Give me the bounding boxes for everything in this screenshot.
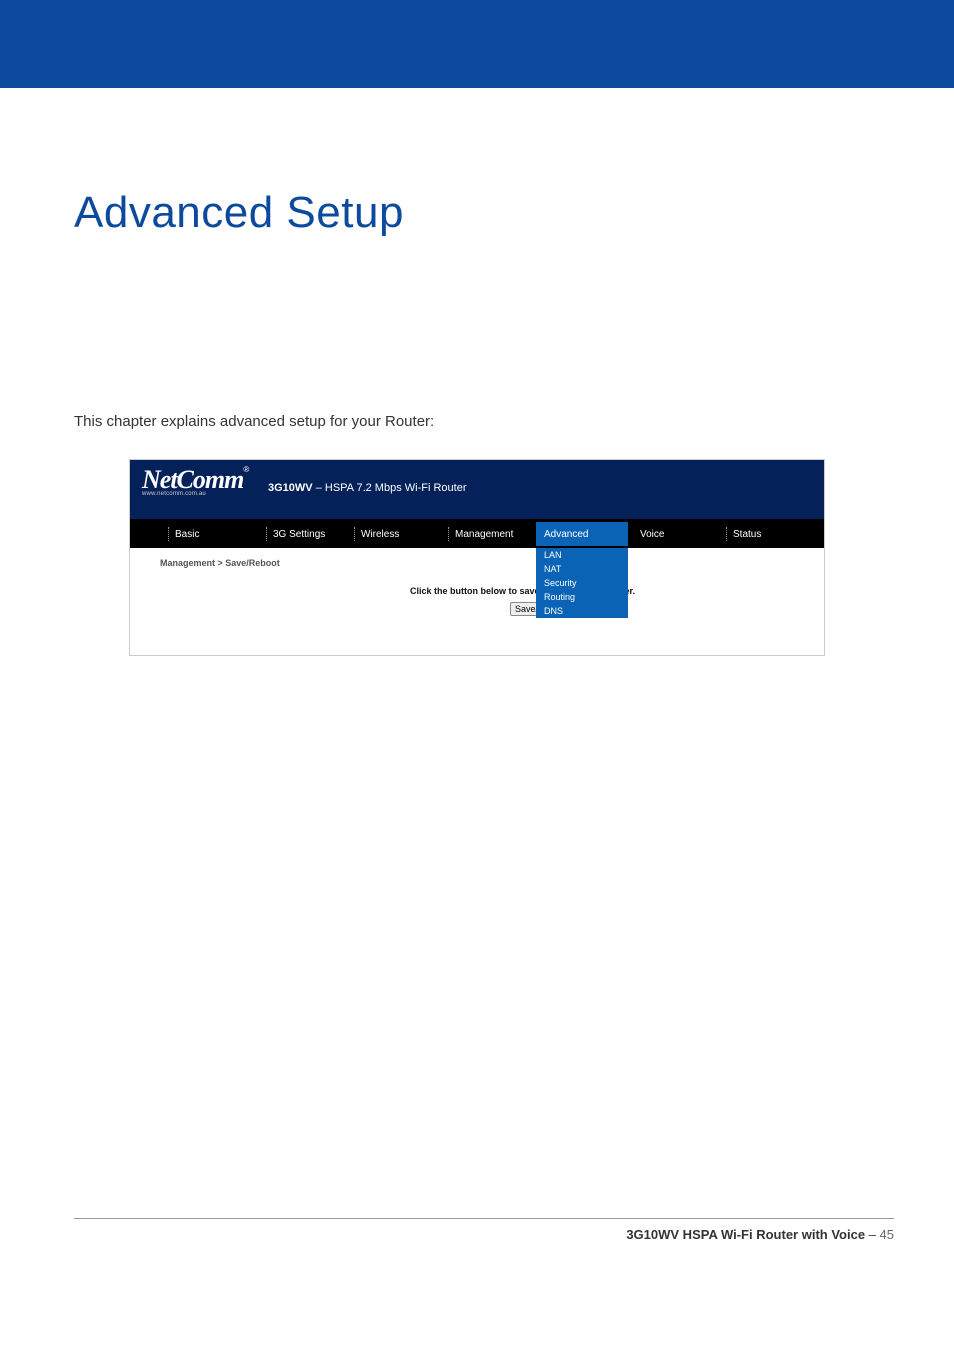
router-content-panel: Management > Save/Reboot Click the butto… <box>130 548 824 655</box>
dropdown-nat[interactable]: NAT <box>536 562 628 576</box>
page-footer: 3G10WV HSPA Wi-Fi Router with Voice – 45 <box>74 1218 894 1242</box>
nav-3g-settings[interactable]: 3G Settings <box>256 520 325 548</box>
nav-3g-label: 3G Settings <box>273 529 325 540</box>
nav-voice[interactable]: Voice <box>630 520 664 548</box>
dropdown-security[interactable]: Security <box>536 576 628 590</box>
advanced-dropdown: LAN NAT Security Routing DNS <box>536 548 628 618</box>
model-number: 3G10WV <box>268 482 313 494</box>
page-number: 45 <box>880 1227 894 1242</box>
nav-basic[interactable]: Basic <box>158 520 199 548</box>
brand-logo: NetComm® www.netcomm.com.au <box>142 465 249 497</box>
nav-management[interactable]: Management <box>438 520 513 548</box>
document-header-bar <box>0 0 954 88</box>
router-header: NetComm® www.netcomm.com.au 3G10WV – HSP… <box>130 460 824 520</box>
model-tagline: – HSPA 7.2 Mbps Wi-Fi Router <box>313 482 467 494</box>
dropdown-dns[interactable]: DNS <box>536 604 628 618</box>
nav-status[interactable]: Status <box>716 520 761 548</box>
device-name: 3G10WV – HSPA 7.2 Mbps Wi-Fi Router <box>268 482 467 494</box>
nav-advanced[interactable]: Advanced <box>536 522 628 546</box>
nav-wireless[interactable]: Wireless <box>344 520 399 548</box>
brand-name: NetComm <box>142 465 243 494</box>
breadcrumb: Management > Save/Reboot <box>160 558 794 568</box>
footer-product-name: 3G10WV HSPA Wi-Fi Router with Voice <box>626 1227 865 1242</box>
nav-management-label: Management <box>455 529 513 540</box>
footer-sep: – <box>865 1227 879 1242</box>
page-content: Advanced Setup This chapter explains adv… <box>0 88 954 655</box>
registered-icon: ® <box>243 465 249 474</box>
router-screenshot: NetComm® www.netcomm.com.au 3G10WV – HSP… <box>130 460 824 655</box>
nav-basic-label: Basic <box>175 529 199 540</box>
dropdown-lan[interactable]: LAN <box>536 548 628 562</box>
intro-text: This chapter explains advanced setup for… <box>74 413 880 430</box>
nav-wireless-label: Wireless <box>361 529 399 540</box>
nav-advanced-label: Advanced <box>544 529 588 540</box>
dropdown-routing[interactable]: Routing <box>536 590 628 604</box>
page-title: Advanced Setup <box>74 188 880 238</box>
nav-voice-label: Voice <box>640 529 664 540</box>
nav-status-label: Status <box>733 529 761 540</box>
